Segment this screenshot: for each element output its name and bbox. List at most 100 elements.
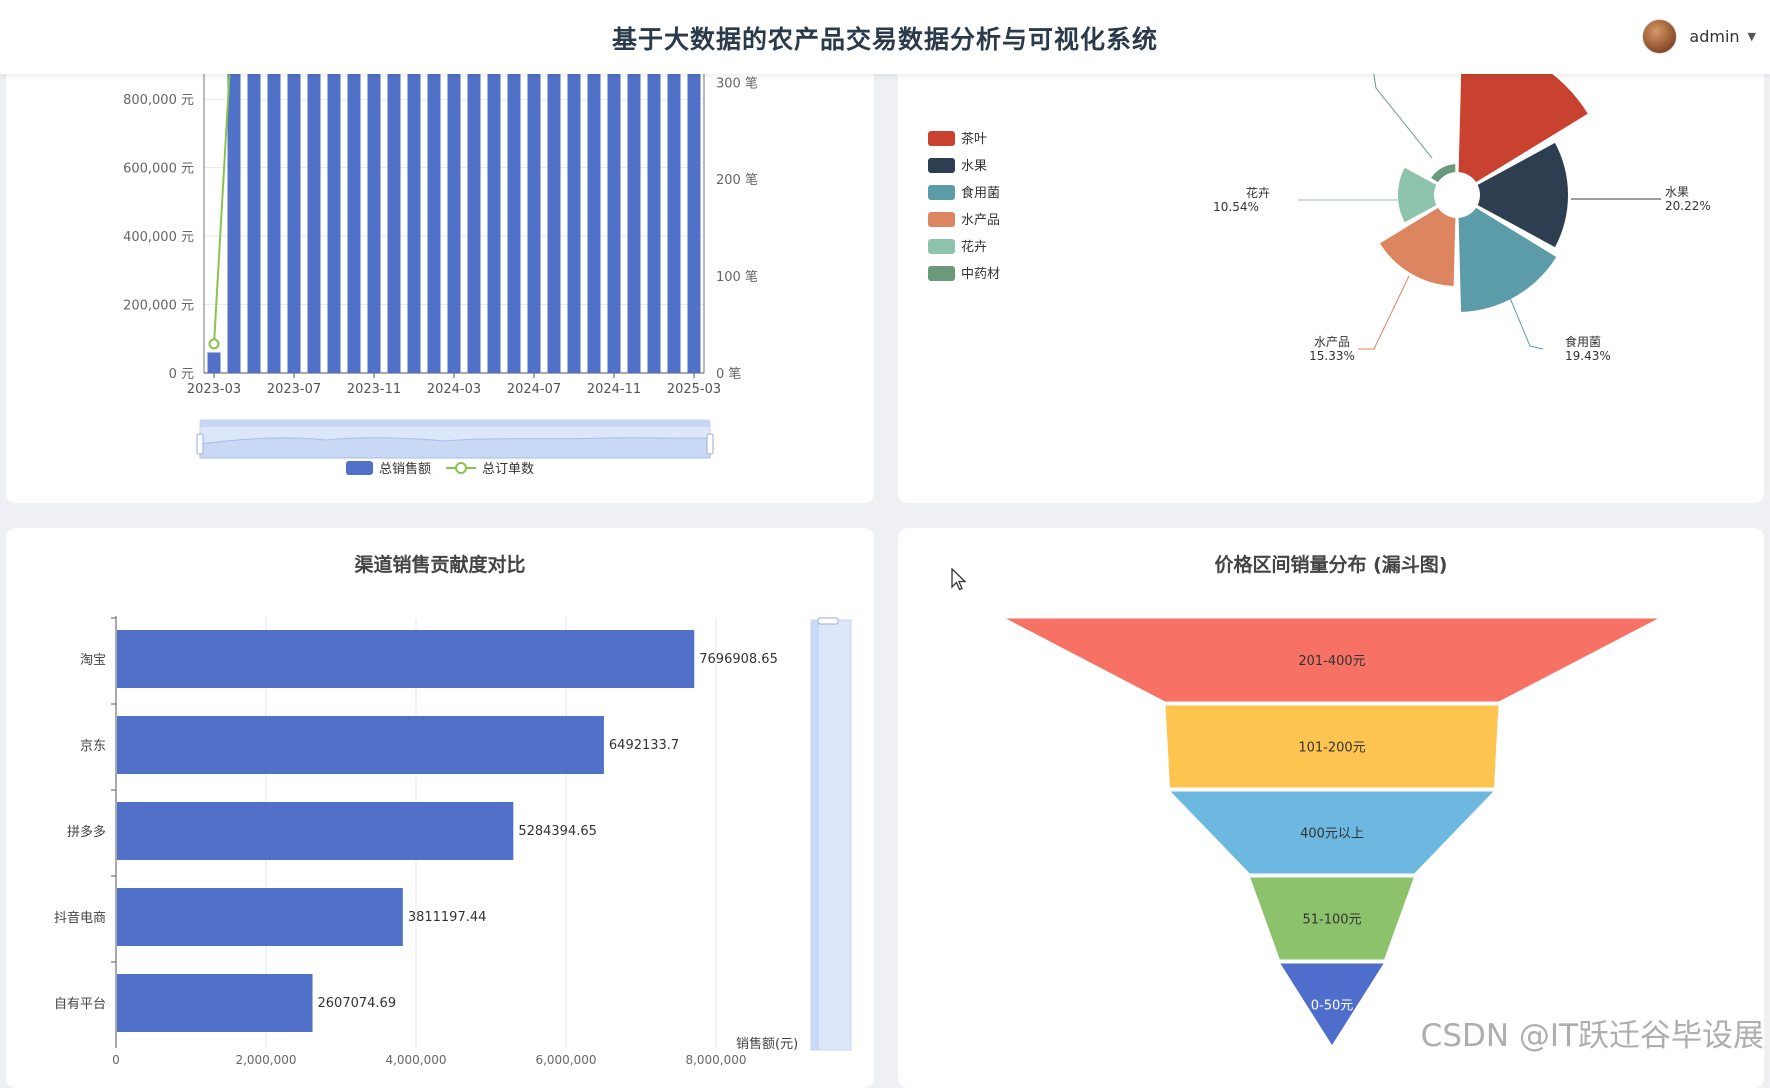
sales-bar (307, 40, 321, 373)
sales-bar (347, 40, 361, 373)
y-tick-label-right: 300 笔 (716, 75, 758, 91)
funnel-label: 201-400元 (1298, 654, 1365, 669)
x-tick-label: 2025-03 (667, 382, 721, 397)
sales-bar (227, 51, 241, 374)
value-label: 3811197.44 (408, 910, 487, 925)
zoom-handle-right (706, 433, 714, 455)
sales-bar (567, 40, 581, 373)
sales-bar (527, 40, 541, 373)
sales-bar (407, 40, 421, 373)
sales-bar (207, 352, 221, 373)
y-tick-label: 京东 (80, 739, 106, 754)
sales-bar (327, 40, 341, 374)
sales-bar (507, 40, 521, 374)
x-axis-label: 销售额(元) (736, 1036, 798, 1052)
x-tick-label: 2,000,000 (235, 1053, 296, 1067)
sales-bar (607, 40, 621, 374)
legend-label: 水果 (961, 159, 987, 174)
slice-percent: 20.22% (1665, 199, 1711, 213)
legend-swatch (928, 266, 955, 281)
slice-label: 花卉 (1246, 185, 1270, 200)
legend-swatch (928, 158, 955, 173)
channel-bar (117, 974, 313, 1032)
x-tick-label: 2023-07 (267, 382, 321, 397)
sales-bar (647, 40, 661, 374)
category-share-card: 茶叶 水果 食用菌 水产品 花卉 中药材 水果 20.22% 食用菌 19.43% 水产品 15.33… (898, 40, 1764, 503)
y-tick-label-left: 400,000 元 (123, 230, 194, 245)
leader-line (1358, 275, 1410, 350)
sales-trend-chart: 0 元 200,000 元 400,000 元 600,000 元 800,000 元 1… (123, 40, 758, 477)
legend-swatch-orders-dot (455, 462, 467, 474)
legend-label: 食用菌 (961, 185, 1000, 201)
slice-label: 水产品 (1314, 335, 1350, 349)
zoom-slider-preview (199, 437, 711, 459)
x-tick-label: 2023-03 (187, 382, 241, 397)
sales-bar (387, 40, 401, 373)
y-tick-label-right: 200 笔 (716, 172, 758, 188)
sales-bar (287, 40, 301, 373)
value-label: 7696908.65 (699, 652, 778, 667)
channel-contribution-card: 渠道销售贡献度对比 0 2,000,000 4,000,000 6,000,000 8,… (6, 528, 874, 1088)
zoom-handle-top (817, 617, 839, 625)
channel-bar (117, 630, 695, 688)
legend-label-orders: 总订单数 (482, 462, 534, 477)
y-tick-label-left: 600,000 元 (123, 162, 194, 177)
mouse-cursor-icon (951, 568, 967, 591)
page-title: 基于大数据的农产品交易数据分析与可视化系统 (611, 25, 1158, 54)
x-tick-label: 8,000,000 (685, 1053, 746, 1067)
x-tick-label: 6,000,000 (535, 1053, 596, 1067)
x-tick-label: 4,000,000 (385, 1053, 446, 1067)
legend-swatch (928, 185, 955, 200)
sales-bar (667, 47, 681, 373)
funnel-label: 0-50元 (1311, 999, 1354, 1014)
legend-label: 茶叶 (961, 131, 987, 147)
sales-bar (687, 40, 701, 373)
leader-line (1509, 297, 1544, 350)
funnel-label: 400元以上 (1300, 827, 1364, 842)
legend-swatch (928, 239, 955, 254)
value-label: 2607074.69 (318, 996, 397, 1011)
x-tick-label: 0 (112, 1053, 120, 1067)
price-funnel-card: 价格区间销量分布 (漏斗图) 201-400元 101-200元 400元以上 51-… (898, 528, 1764, 1088)
chevron-down-icon[interactable]: ▼ (1748, 30, 1756, 43)
slice-percent: 10.54% (1213, 200, 1259, 214)
avatar[interactable] (1642, 18, 1678, 54)
pie-slice (1428, 162, 1458, 185)
legend-label: 花卉 (961, 239, 987, 255)
y-tick-label: 自有平台 (54, 997, 106, 1012)
legend-swatch (928, 131, 955, 146)
funnel-label: 51-100元 (1302, 913, 1361, 928)
slice-label: 食用菌 (1565, 334, 1601, 349)
top-header: 基于大数据的农产品交易数据分析与可视化系统 admin ▼ (0, 0, 1770, 74)
sales-trend-card: 0 元 200,000 元 400,000 元 600,000 元 800,000 元 1… (6, 40, 874, 503)
price-funnel-chart: 201-400元 101-200元 400元以上 51-100元 0-50元 (1003, 617, 1661, 1047)
sales-bar (547, 58, 561, 373)
zoom-slider-bar (200, 420, 710, 427)
legend-swatch (928, 212, 955, 227)
y-tick-label: 淘宝 (80, 653, 106, 668)
legend-label: 中药材 (961, 267, 1000, 282)
x-tick-label: 2024-03 (427, 382, 481, 397)
sales-bar (367, 40, 381, 373)
sales-bar (267, 40, 281, 373)
watermark: CSDN @IT跃迁谷毕设展 (1420, 1018, 1764, 1054)
zoom-slider-bar (811, 620, 819, 1050)
y-tick-label-right: 100 笔 (716, 269, 758, 285)
slice-percent: 15.33% (1309, 349, 1355, 363)
username[interactable]: admin (1689, 27, 1739, 46)
channel-bar-chart: 0 2,000,000 4,000,000 6,000,000 8,000,000 淘宝 7… (54, 616, 852, 1067)
user-menu[interactable]: admin ▼ (1642, 18, 1756, 54)
y-tick-label-left: 0 元 (169, 367, 194, 382)
sales-bar (247, 40, 261, 373)
channel-bar (117, 716, 604, 774)
x-tick-label: 2023-11 (347, 382, 401, 397)
x-tick-label: 2024-11 (587, 382, 641, 397)
channel-bar (117, 888, 403, 946)
value-label: 5284394.65 (518, 824, 597, 839)
y-tick-label-right: 0 笔 (716, 366, 741, 382)
orders-point (208, 338, 220, 350)
y-tick-label-left: 200,000 元 (123, 299, 194, 314)
channel-bar (117, 802, 514, 860)
y-tick-label: 拼多多 (67, 824, 106, 840)
category-rose-chart: 茶叶水果食用菌水产品花卉中药材水果20.22%食用菌19.43%水产品15.33… (928, 40, 1711, 363)
